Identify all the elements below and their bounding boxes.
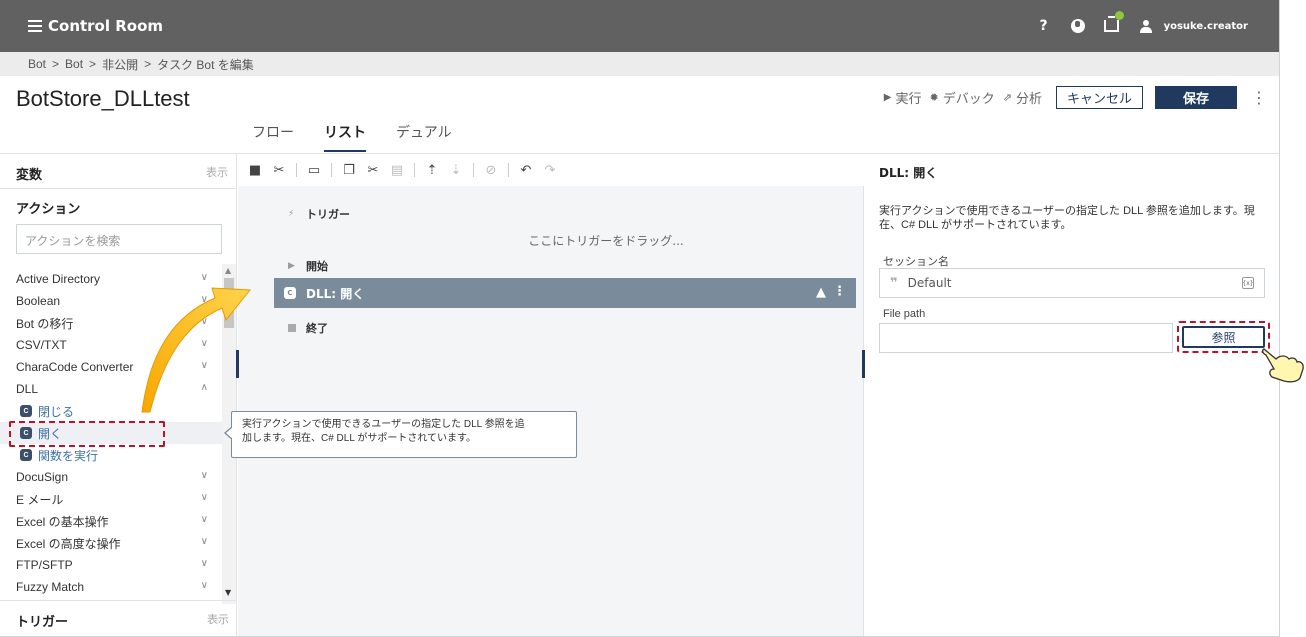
annotation-arrow: [141, 287, 251, 413]
annotation-overlay: [141, 287, 1304, 413]
pointing-hand-icon: [1262, 348, 1304, 383]
